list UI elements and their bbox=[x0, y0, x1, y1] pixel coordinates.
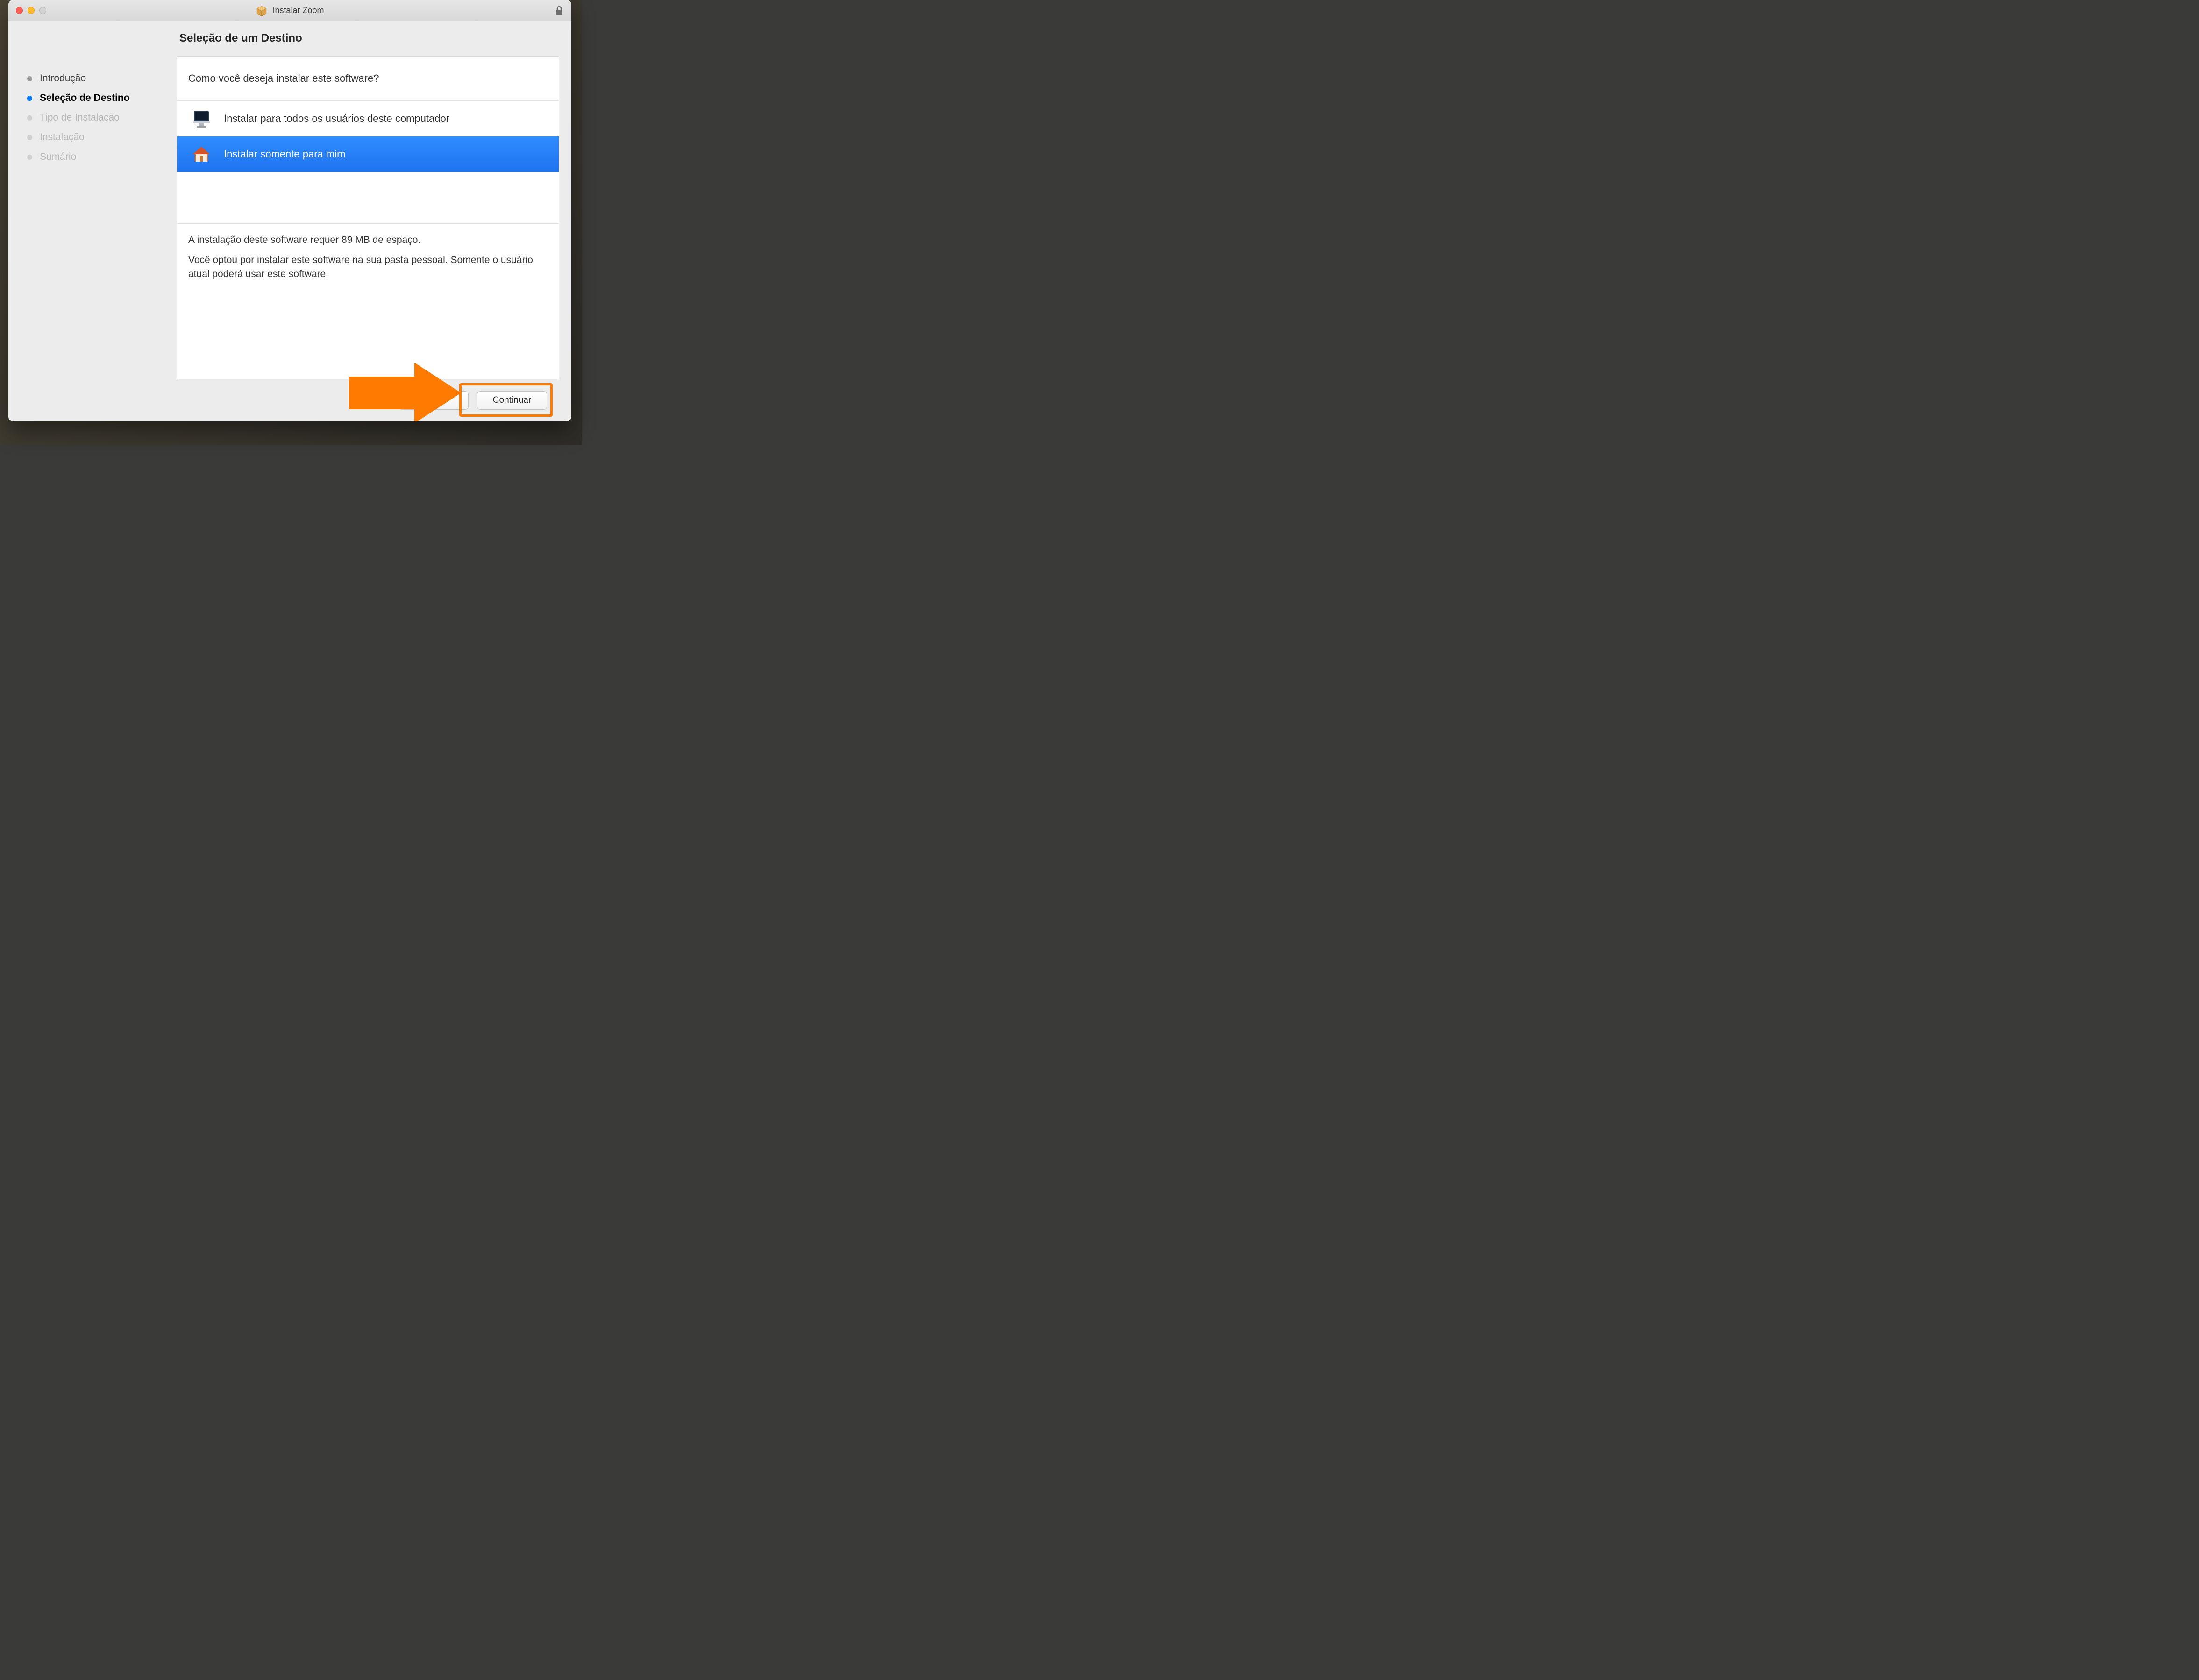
space-required-text: A instalação deste software requer 89 MB… bbox=[188, 233, 548, 247]
package-icon bbox=[256, 5, 268, 17]
main-pane: Seleção de um Destino Como você deseja i… bbox=[177, 21, 571, 421]
step-label: Instalação bbox=[40, 132, 85, 143]
computer-icon bbox=[191, 108, 212, 129]
panel-footer: A instalação deste software requer 89 MB… bbox=[177, 223, 559, 293]
option-install-all-users[interactable]: Instalar para todos os usuários deste co… bbox=[177, 101, 559, 136]
install-options-list: Instalar para todos os usuários deste co… bbox=[177, 101, 559, 223]
step-label: Introdução bbox=[40, 73, 86, 84]
option-label: Instalar somente para mim bbox=[224, 148, 345, 160]
steps-sidebar: Introdução Seleção de Destino Tipo de In… bbox=[8, 21, 177, 421]
step-dot-icon bbox=[27, 135, 32, 140]
step-dot-icon bbox=[27, 115, 32, 121]
step-label: Sumário bbox=[40, 151, 76, 163]
step-dot-icon bbox=[27, 96, 32, 101]
home-icon bbox=[191, 144, 212, 164]
step-dot-icon bbox=[27, 155, 32, 160]
lock-icon[interactable] bbox=[555, 6, 564, 16]
install-question: Como você deseja instalar este software? bbox=[177, 57, 559, 101]
step-label: Seleção de Destino bbox=[40, 93, 130, 104]
option-label: Instalar para todos os usuários deste co… bbox=[224, 113, 449, 125]
window-controls bbox=[8, 7, 46, 14]
step-installation: Instalação bbox=[27, 132, 177, 143]
zoom-window-button bbox=[39, 7, 46, 14]
step-label: Tipo de Instalação bbox=[40, 112, 120, 123]
window-title: Instalar Zoom bbox=[272, 6, 324, 15]
options-spacer bbox=[177, 172, 559, 223]
step-installation-type: Tipo de Instalação bbox=[27, 112, 177, 123]
back-button[interactable]: Voltar bbox=[399, 391, 469, 410]
button-row: Voltar Continuar bbox=[177, 379, 559, 421]
step-introduction: Introdução bbox=[27, 73, 177, 84]
minimize-window-button[interactable] bbox=[28, 7, 35, 14]
step-destination-select: Seleção de Destino bbox=[27, 93, 177, 104]
titlebar: Instalar Zoom bbox=[8, 0, 571, 21]
step-summary: Sumário bbox=[27, 151, 177, 163]
step-dot-icon bbox=[27, 76, 32, 81]
option-install-current-user[interactable]: Instalar somente para mim bbox=[177, 136, 559, 172]
continue-button[interactable]: Continuar bbox=[477, 391, 547, 410]
close-window-button[interactable] bbox=[16, 7, 23, 14]
page-title: Seleção de um Destino bbox=[179, 32, 559, 45]
choice-description-text: Você optou por instalar este software na… bbox=[188, 253, 548, 281]
destination-panel: Como você deseja instalar este software? bbox=[177, 56, 559, 379]
installer-window: Instalar Zoom Introdução Seleção de Dest… bbox=[8, 0, 571, 421]
